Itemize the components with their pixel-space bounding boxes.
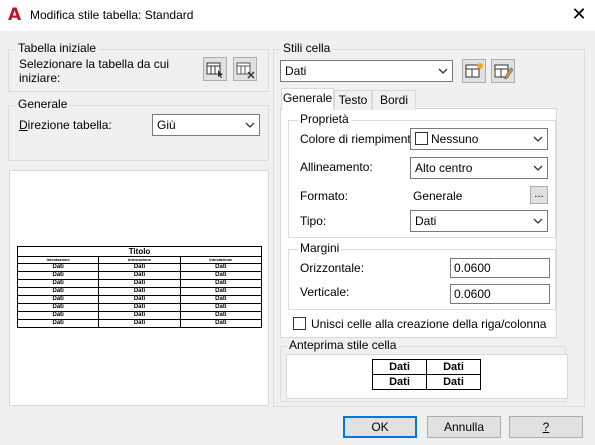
format-value: Generale — [413, 189, 463, 203]
cell-preview-cell: Dati — [372, 374, 427, 390]
preview-data-cell: Dati — [98, 311, 181, 320]
table-preview-panel: Titolo Intestazione Intestazione Intestazi… — [9, 170, 269, 406]
close-icon[interactable]: ✕ — [566, 4, 592, 26]
chevron-down-icon — [533, 218, 543, 224]
help-button[interactable]: ? — [509, 416, 583, 438]
margins-group-label: Margini — [298, 241, 342, 255]
chevron-down-icon — [533, 136, 543, 142]
remove-table-button[interactable] — [233, 57, 257, 81]
cell-style-select[interactable]: Dati — [280, 60, 453, 82]
preview-data-cell: Dati — [179, 303, 263, 312]
preview-data-cell: Dati — [179, 319, 263, 328]
preview-row: Dati Dati Dati — [16, 263, 263, 272]
vertical-margin-label: Verticale: — [300, 285, 350, 299]
preview-data-cell: Dati — [98, 263, 181, 272]
cell-preview-table: Dati Dati Dati Dati — [372, 359, 481, 390]
preview-data-cell: Dati — [16, 303, 100, 312]
table-direction-label: Direzione tabella: — [19, 118, 112, 132]
cell-preview-group-label: Anteprima stile cella — [287, 338, 399, 352]
preview-data-cell: Dati — [98, 279, 181, 288]
fill-color-label: Colore di riempimento: — [300, 132, 421, 146]
preview-data-cell: Dati — [179, 271, 263, 280]
cell-style-value: Dati — [285, 64, 307, 78]
preview-header-cell: Intestazione — [98, 256, 181, 264]
color-swatch-icon — [415, 132, 428, 145]
preview-data-cell: Dati — [16, 271, 100, 280]
vertical-margin-input[interactable]: 0.0600 — [450, 284, 550, 304]
type-select[interactable]: Dati — [410, 210, 548, 232]
ok-button[interactable]: OK — [343, 416, 417, 438]
tab-borders[interactable]: Bordi — [372, 90, 416, 110]
general-group-label: Generale — [16, 97, 70, 111]
preview-data-cell: Dati — [16, 319, 100, 328]
preview-data-cell: Dati — [16, 311, 100, 320]
preview-data-cell: Dati — [179, 263, 263, 272]
chevron-down-icon — [245, 122, 255, 128]
preview-row: Dati Dati Dati — [16, 311, 263, 320]
alignment-label: Allineamento: — [300, 160, 373, 174]
window-title: Modifica stile tabella: Standard — [30, 8, 194, 22]
preview-row: Dati Dati Dati — [16, 271, 263, 280]
table-remove-icon — [236, 62, 255, 79]
preview-data-cell: Dati — [16, 263, 100, 272]
cell-preview-panel: Dati Dati Dati Dati — [286, 354, 568, 399]
preview-row: Dati Dati Dati — [16, 319, 263, 328]
preview-data-cell: Dati — [16, 295, 100, 304]
properties-group-label: Proprietà — [298, 112, 351, 126]
select-table-button[interactable] — [203, 57, 227, 81]
chevron-down-icon — [438, 68, 448, 74]
select-table-text: Selezionare la tabella da cui iniziare: — [19, 57, 170, 85]
table-select-icon — [206, 62, 223, 78]
cell-preview-cell: Dati — [372, 359, 427, 375]
tab-general[interactable]: Generale — [281, 88, 334, 110]
fill-color-select[interactable]: Nessuno — [410, 128, 548, 150]
fill-color-value: Nessuno — [431, 132, 479, 146]
preview-header-cell: Intestazione — [179, 256, 263, 264]
table-direction-value: Giù — [157, 118, 176, 132]
preview-title-cell: Titolo — [17, 246, 262, 257]
preview-data-cell: Dati — [98, 287, 181, 296]
new-cell-style-icon — [465, 63, 483, 78]
manage-cell-styles-button[interactable] — [491, 59, 515, 83]
preview-header-cell: Intestazione — [16, 256, 100, 264]
preview-data-cell: Dati — [98, 295, 181, 304]
preview-row: Dati Dati Dati — [16, 303, 263, 312]
merge-cells-label[interactable]: Unisci celle alla creazione della riga/c… — [311, 317, 546, 331]
merge-cells-checkbox[interactable] — [293, 317, 306, 330]
alignment-value: Alto centro — [415, 161, 473, 175]
horizontal-margin-label: Orizzontale: — [300, 261, 365, 275]
cell-styles-group-label: Stili cella — [281, 41, 333, 55]
preview-data-cell: Dati — [179, 279, 263, 288]
preview-data-cell: Dati — [98, 303, 181, 312]
cancel-button[interactable]: Annulla — [427, 416, 501, 438]
preview-data-cell: Dati — [179, 287, 263, 296]
new-cell-style-button[interactable] — [462, 59, 486, 83]
format-label: Formato: — [300, 189, 349, 203]
preview-data-cell: Dati — [16, 287, 100, 296]
preview-row: Dati Dati Dati — [16, 279, 263, 288]
type-label: Tipo: — [300, 214, 327, 228]
preview-data-cell: Dati — [179, 295, 263, 304]
preview-data-cell: Dati — [179, 311, 263, 320]
table-direction-select[interactable]: Giù — [152, 114, 260, 136]
format-browse-button[interactable]: ... — [530, 186, 548, 204]
alignment-select[interactable]: Alto centro — [410, 157, 548, 179]
table-direction-label-rest: irezione tabella: — [27, 118, 112, 132]
preview-data-cell: Dati — [98, 319, 181, 328]
type-value: Dati — [415, 214, 437, 228]
preview-row: Dati Dati Dati — [16, 295, 263, 304]
initial-table-group-label: Tabella iniziale — [16, 41, 99, 55]
autocad-app-icon: A — [8, 5, 22, 25]
preview-row: Dati Dati Dati — [16, 287, 263, 296]
cell-preview-cell: Dati — [426, 359, 481, 375]
horizontal-margin-input[interactable]: 0.0600 — [450, 258, 550, 278]
table-preview: Titolo Intestazione Intestazione Intestazi… — [16, 246, 263, 328]
help-button-label: ? — [542, 420, 550, 434]
cell-preview-cell: Dati — [426, 374, 481, 390]
chevron-down-icon — [533, 165, 543, 171]
manage-cell-styles-icon — [494, 64, 514, 80]
tab-text[interactable]: Testo — [334, 90, 372, 110]
preview-data-cell: Dati — [98, 271, 181, 280]
preview-data-cell: Dati — [16, 279, 100, 288]
